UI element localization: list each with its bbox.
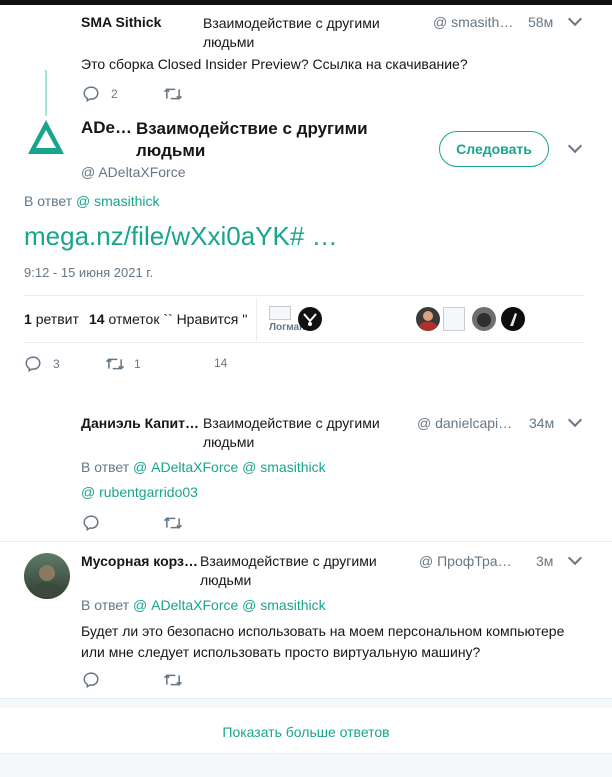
liker-avatar-2[interactable] [298, 307, 322, 331]
context-label: Взаимодействие с другими людьми [203, 415, 380, 450]
chevron-down-icon[interactable] [567, 550, 583, 566]
like-icon [192, 356, 206, 370]
likes-label: отметок `` Нравится '' [108, 311, 248, 327]
reply-to: В ответ @ ADeltaXForce @ smasithick [81, 597, 326, 613]
liker-avatar-3[interactable] [416, 307, 440, 331]
retweet-action[interactable] [163, 86, 183, 102]
author-name[interactable]: Даниэль Капит… [81, 415, 199, 431]
like-action[interactable]: 14 [192, 356, 227, 370]
reply-to-prefix: В ответ [24, 193, 73, 209]
author-handle[interactable]: @ danielcapi… [417, 415, 520, 431]
reply-to-prefix: В ответ [81, 459, 130, 475]
reply-to-handle[interactable]: @ smasithick [76, 193, 159, 209]
reply-to: В ответ @ ADeltaXForce @ smasithick [81, 459, 326, 475]
reply-icon [83, 515, 99, 532]
reply-to-handles[interactable]: @ ADeltaXForce @ smasithick [133, 459, 326, 475]
retweet-icon [105, 358, 125, 370]
tweet-time[interactable]: 3м [536, 553, 553, 569]
author-handle[interactable]: @ smasith… [433, 14, 518, 30]
reply-to-handle-2[interactable]: @ rubentgarrido03 [81, 484, 198, 500]
chevron-down-icon[interactable] [567, 412, 583, 428]
author-avatar[interactable] [24, 553, 70, 599]
author-name[interactable]: ADe… [81, 118, 132, 138]
section-gap [0, 698, 612, 708]
author-handle[interactable]: @ ПрофТра… [419, 553, 519, 569]
reply-to-handles[interactable]: @ ADeltaXForce @ smasithick [133, 597, 326, 613]
show-more-replies-button[interactable]: Показать больше ответов [0, 724, 612, 740]
liker-avatar-4[interactable] [443, 307, 465, 331]
reply-icon [83, 86, 99, 103]
retweet-icon [163, 88, 183, 100]
likes-count: 14 [89, 311, 105, 327]
author-avatar[interactable] [24, 116, 68, 160]
author-handle[interactable]: @ ADeltaXForce [81, 164, 185, 180]
reply-action[interactable] [82, 671, 100, 689]
retweet-action[interactable]: 1 [105, 356, 141, 372]
retweet-count: 1 [24, 311, 32, 327]
retweet-icon [163, 674, 183, 686]
context-label: Взаимодействие с другими людьми [203, 15, 380, 50]
author-name[interactable]: Мусорная корз… [81, 553, 199, 569]
context-label: Взаимодействие с другими людьми [200, 553, 377, 588]
reply-action[interactable]: 3 [24, 355, 60, 373]
retweet-label: ретвит [35, 311, 79, 327]
chevron-down-icon[interactable] [567, 11, 583, 27]
stats-separator [256, 298, 257, 340]
liker-avatar-5[interactable] [472, 307, 496, 331]
reply-count: 2 [111, 87, 118, 101]
author-name[interactable]: SMA Sithick [81, 14, 191, 30]
chevron-down-icon[interactable] [567, 138, 583, 154]
tweet-time[interactable]: 58м [528, 14, 553, 30]
thread-line [45, 70, 47, 116]
divider [0, 541, 612, 542]
retweet-count: 1 [134, 357, 141, 371]
reply-icon [83, 672, 99, 689]
retweet-stat[interactable]: 1 ретвит [24, 311, 79, 327]
liker-avatar-6[interactable] [501, 307, 525, 331]
reply-icon [25, 356, 41, 373]
retweet-action[interactable] [163, 515, 183, 531]
download-link[interactable]: mega.nz/file/wXxi0aYK# … [24, 221, 338, 252]
tweet-time[interactable]: 34м [529, 415, 554, 431]
divider [24, 342, 584, 343]
reply-count: 3 [53, 357, 60, 371]
context-label: Взаимодействие с другими людьми [136, 119, 368, 160]
reply-action[interactable]: 2 [82, 85, 118, 103]
reply-to-prefix: В ответ [81, 597, 130, 613]
footer-strip [0, 753, 612, 777]
tweet-timestamp[interactable]: 9:12 - 15 июня 2021 г. [24, 265, 153, 280]
follow-button[interactable]: Следовать [439, 131, 549, 167]
tweet-text: Будет ли это безопасно использовать на м… [81, 623, 565, 660]
retweet-icon [163, 517, 183, 529]
likes-stat[interactable]: 14 отметок `` Нравится '' [89, 311, 248, 327]
retweet-action[interactable] [163, 672, 183, 688]
reply-action[interactable] [82, 514, 100, 532]
tweet-text: Это сборка Closed Insider Preview? Ссылк… [81, 56, 468, 72]
reply-to: В ответ @ smasithick [24, 193, 159, 209]
top-bar [0, 0, 612, 5]
divider [24, 295, 584, 296]
like-count: 14 [214, 356, 228, 370]
